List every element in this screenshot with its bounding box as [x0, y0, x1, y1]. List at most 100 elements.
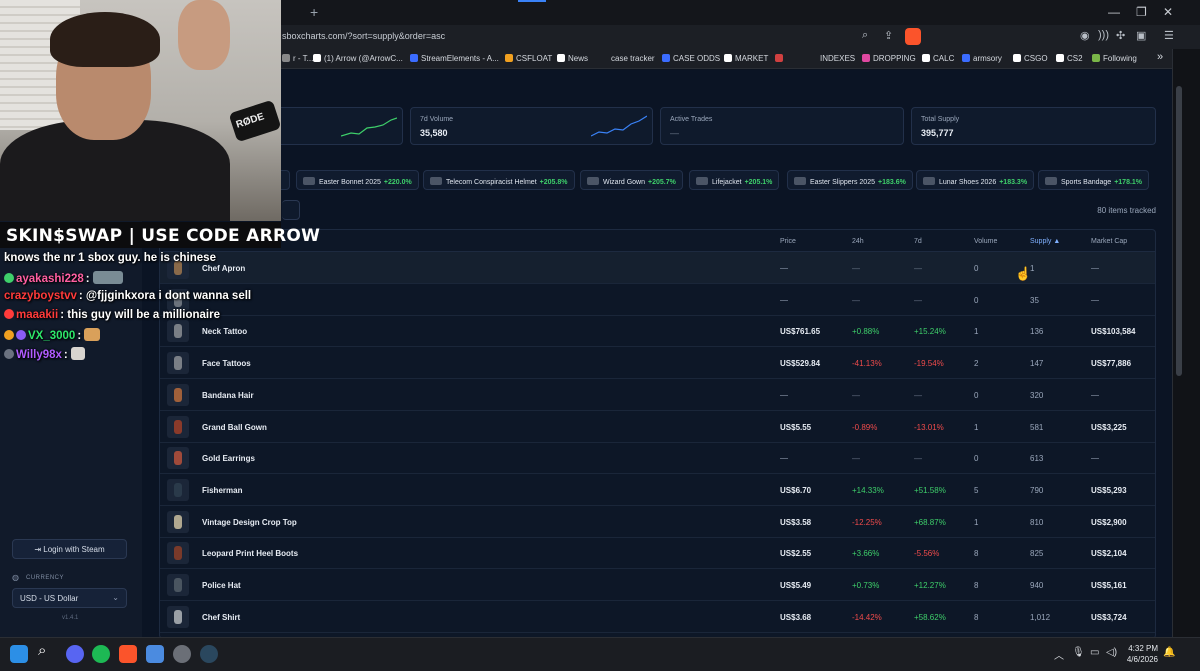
csfloat-icon: [505, 54, 513, 62]
tray-chevron-icon[interactable]: ︿: [1054, 647, 1064, 662]
table-row[interactable]: Fisherman US$6.70 +14.33% +51.58% 5 790 US$5,2…: [160, 474, 1155, 506]
table-row[interactable]: Vintage Design Crop Top US$3.58 -12.25% +68…: [160, 506, 1155, 538]
table-row[interactable]: Chef Apron — — —0 1—: [160, 252, 1155, 284]
steam-icon[interactable]: [200, 645, 218, 663]
bookmark-label: armsory: [973, 54, 1002, 63]
trending-pill[interactable]: Telecom Conspiracist Helmet +205.8%: [423, 170, 575, 190]
login-with-steam-button[interactable]: ⇥ Login with Steam: [12, 539, 127, 559]
item-volume: 0: [974, 390, 979, 400]
item-change-7d: —: [914, 295, 922, 305]
notification-icon[interactable]: 🔔: [1163, 647, 1175, 658]
search-input[interactable]: [282, 200, 300, 220]
brave-shields-icon[interactable]: [905, 28, 921, 45]
search-icon[interactable]: ⌕: [38, 642, 56, 660]
trending-pill[interactable]: Lifejacket +205.1%: [689, 170, 780, 190]
table-row[interactable]: — — — 0 35 —: [160, 284, 1155, 316]
trending-pill[interactable]: Sports Bandage +178.1%: [1038, 170, 1150, 190]
clock[interactable]: 4:32 PM 4/6/2026: [1124, 643, 1158, 665]
item-market-cap: US$3,724: [1091, 612, 1127, 622]
item-change-24h: —: [852, 390, 860, 400]
table-row[interactable]: Neck Tattoo US$761.65 +0.88% +15.24% 1 136 US$…: [160, 315, 1155, 348]
column-header-24h[interactable]: 24h: [852, 238, 864, 245]
bookmark-item[interactable]: News: [557, 54, 588, 63]
page-scrollbar[interactable]: [1176, 86, 1182, 376]
bookmark-item[interactable]: (1) Arrow (@ArrowC...: [313, 54, 403, 63]
extension-icon[interactable]: ◉: [1080, 29, 1090, 42]
network-icon[interactable]: ▭: [1090, 647, 1099, 658]
item-thumbnail-icon: [794, 177, 806, 185]
table-row[interactable]: Police Hat US$5.49 +0.73% +12.27% 8 940 US$5,1…: [160, 569, 1155, 601]
discord-icon[interactable]: [66, 645, 84, 663]
news-icon: [557, 54, 565, 62]
more-bookmarks-button[interactable]: »: [1157, 51, 1163, 63]
calculator-icon[interactable]: [146, 645, 164, 663]
trending-pill[interactable]: Lunar Shoes 2026 +183.3%: [916, 170, 1035, 190]
chat-username: VX_3000: [28, 330, 76, 342]
item-market-cap: US$2,104: [1091, 549, 1127, 559]
column-header-market-cap[interactable]: Market Cap: [1091, 238, 1127, 245]
wifi-icon[interactable]: ))): [1098, 29, 1109, 41]
start-icon[interactable]: [10, 645, 28, 663]
microphone-icon[interactable]: 🎙: [1072, 647, 1085, 658]
url-field[interactable]: sboxcharts.com/?sort=supply&order=asc: [282, 31, 445, 41]
bookmark-item[interactable]: MARKET: [724, 54, 768, 63]
bookmark-item[interactable]: r - T...: [282, 54, 313, 63]
column-header-volume[interactable]: Volume: [974, 238, 997, 245]
trending-pill[interactable]: Easter Slippers 2025 +183.6%: [787, 170, 913, 190]
stat-card: 7d Volume 35,580: [410, 107, 653, 145]
new-tab-button[interactable]: +: [310, 4, 318, 20]
column-header-supply[interactable]: Supply ▲: [1030, 238, 1060, 245]
bookmark-item[interactable]: armsory: [962, 54, 1002, 63]
login-label: Login with Steam: [43, 545, 105, 554]
item-price: —: [780, 295, 788, 305]
bookmark-item[interactable]: INDEXES: [809, 54, 855, 63]
brave-icon[interactable]: [119, 645, 137, 663]
item-thumbnail-icon: [587, 177, 599, 185]
obs-icon[interactable]: [173, 645, 191, 663]
item-thumbnail-icon: [1045, 177, 1057, 185]
menu-icon[interactable]: ☰: [1164, 29, 1174, 42]
table-row[interactable]: Bandana Hair — — — 0 320 —: [160, 379, 1155, 411]
trending-change: +205.7%: [648, 179, 676, 186]
item-thumbnail-icon: [167, 383, 189, 406]
table-row[interactable]: Grand Ball Gown US$5.55 -0.89% -13.01% 1 581 U…: [160, 411, 1155, 443]
table-row[interactable]: Chef Shirt US$3.68 -14.42% +58.62% 8 1,012 US$…: [160, 601, 1155, 633]
bookmark-item[interactable]: [775, 54, 786, 63]
bookmark-item[interactable]: CSGO: [1013, 54, 1048, 63]
stat-value: 35,580: [420, 128, 448, 138]
table-row[interactable]: Gold Earrings — — — 0 613 —: [160, 442, 1155, 475]
minimize-icon[interactable]: —: [1108, 5, 1120, 19]
bookmark-item[interactable]: Following: [1092, 54, 1137, 63]
spotify-icon[interactable]: [92, 645, 110, 663]
maximize-icon[interactable]: ❐: [1136, 5, 1147, 19]
item-change-24h: +14.33%: [852, 485, 884, 495]
item-price: US$761.65: [780, 327, 821, 337]
item-thumbnail-icon: [696, 177, 708, 185]
zoom-icon[interactable]: ⌕: [862, 29, 868, 42]
chat-badge-icon: [4, 330, 14, 340]
bookmark-item[interactable]: CSFLOAT: [505, 54, 552, 63]
bookmark-item[interactable]: StreamElements - A...: [410, 54, 499, 63]
volume-icon[interactable]: ◁): [1106, 647, 1117, 658]
chat-username: maaakii: [16, 309, 59, 321]
bookmark-label: StreamElements - A...: [421, 54, 499, 63]
item-change-24h: -14.42%: [852, 612, 882, 622]
bookmark-item[interactable]: CASE ODDS: [662, 54, 720, 63]
sidebar-toggle-icon[interactable]: ▣: [1136, 29, 1146, 42]
trending-pill[interactable]: Wizard Gown +205.7%: [580, 170, 683, 190]
extensions-puzzle-icon[interactable]: ✣: [1116, 29, 1125, 42]
close-icon[interactable]: ✕: [1163, 5, 1173, 19]
bookmark-item[interactable]: CALC: [922, 54, 954, 63]
trending-pill[interactable]: Easter Bonnet 2025 +220.0%: [296, 170, 419, 190]
table-row[interactable]: Leopard Print Heel Boots US$2.55 +3.66% -5.…: [160, 537, 1155, 570]
bookmark-item[interactable]: CS2: [1056, 54, 1083, 63]
bookmark-item[interactable]: case tracker: [600, 54, 655, 63]
share-icon[interactable]: ⇪: [884, 29, 893, 42]
column-header-price[interactable]: Price: [780, 238, 796, 245]
trending-change: +183.6%: [877, 179, 906, 186]
stat-card: [262, 107, 403, 145]
bookmark-item[interactable]: DROPPING: [862, 54, 916, 63]
currency-select[interactable]: USD - US Dollar ⌄: [12, 588, 127, 608]
table-row[interactable]: Face Tattoos US$529.84 -41.13% -19.54% 2 147 U…: [160, 347, 1155, 380]
column-header-7d[interactable]: 7d: [914, 238, 922, 245]
